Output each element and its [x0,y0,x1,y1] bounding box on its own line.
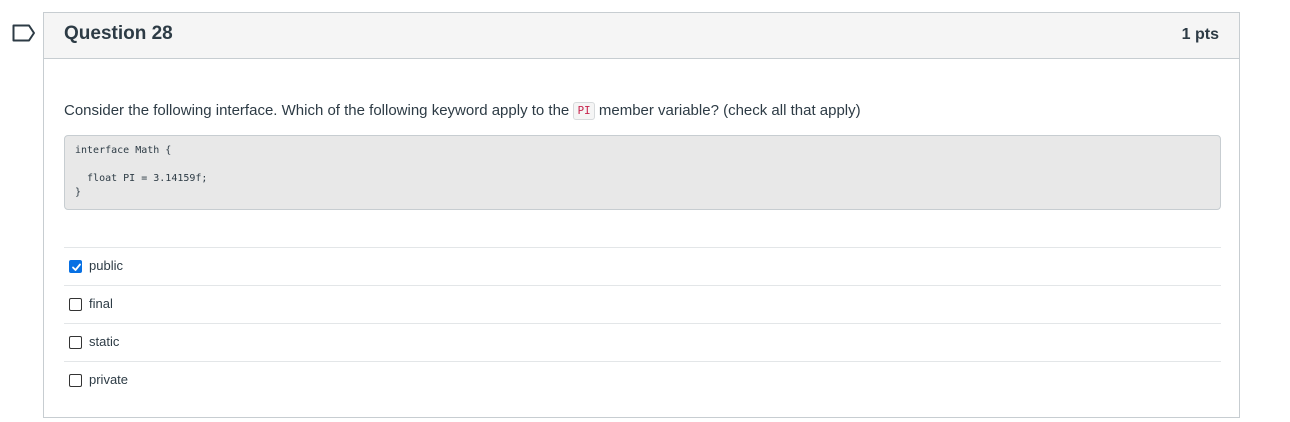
question-points: 1 pts [1181,26,1219,43]
checkmark-icon [72,263,81,271]
answer-label[interactable]: public [89,258,123,273]
answer-label[interactable]: final [89,296,113,311]
inline-code-pi: PI [573,102,595,121]
code-line: interface Math { [75,145,172,156]
question-text-before: Consider the following interface. Which … [64,102,574,119]
answer-option-private[interactable]: private [64,361,1221,399]
answer-checkbox[interactable] [69,260,82,273]
question-header: Question 28 1 pts [44,13,1239,59]
answer-option-static[interactable]: static [64,323,1221,361]
answer-checkbox[interactable] [69,336,82,349]
answer-option-public[interactable]: public [64,247,1221,285]
answer-list: public final static private [64,247,1221,399]
code-block: interface Math { float PI = 3.14159f; } [64,135,1221,210]
code-line: float PI = 3.14159f; [75,173,208,184]
answer-label[interactable]: static [89,334,119,349]
question-card: Question 28 1 pts Consider the following… [43,12,1240,418]
code-line: } [75,187,82,198]
question-text: Consider the following interface. Which … [64,101,861,121]
question-text-after: member variable? (check all that apply) [594,102,861,119]
answer-option-final[interactable]: final [64,285,1221,323]
bookmark-flag-icon[interactable] [12,24,36,42]
answer-checkbox[interactable] [69,374,82,387]
answer-label[interactable]: private [89,372,128,387]
question-title: Question 28 [64,23,173,44]
answer-checkbox[interactable] [69,298,82,311]
